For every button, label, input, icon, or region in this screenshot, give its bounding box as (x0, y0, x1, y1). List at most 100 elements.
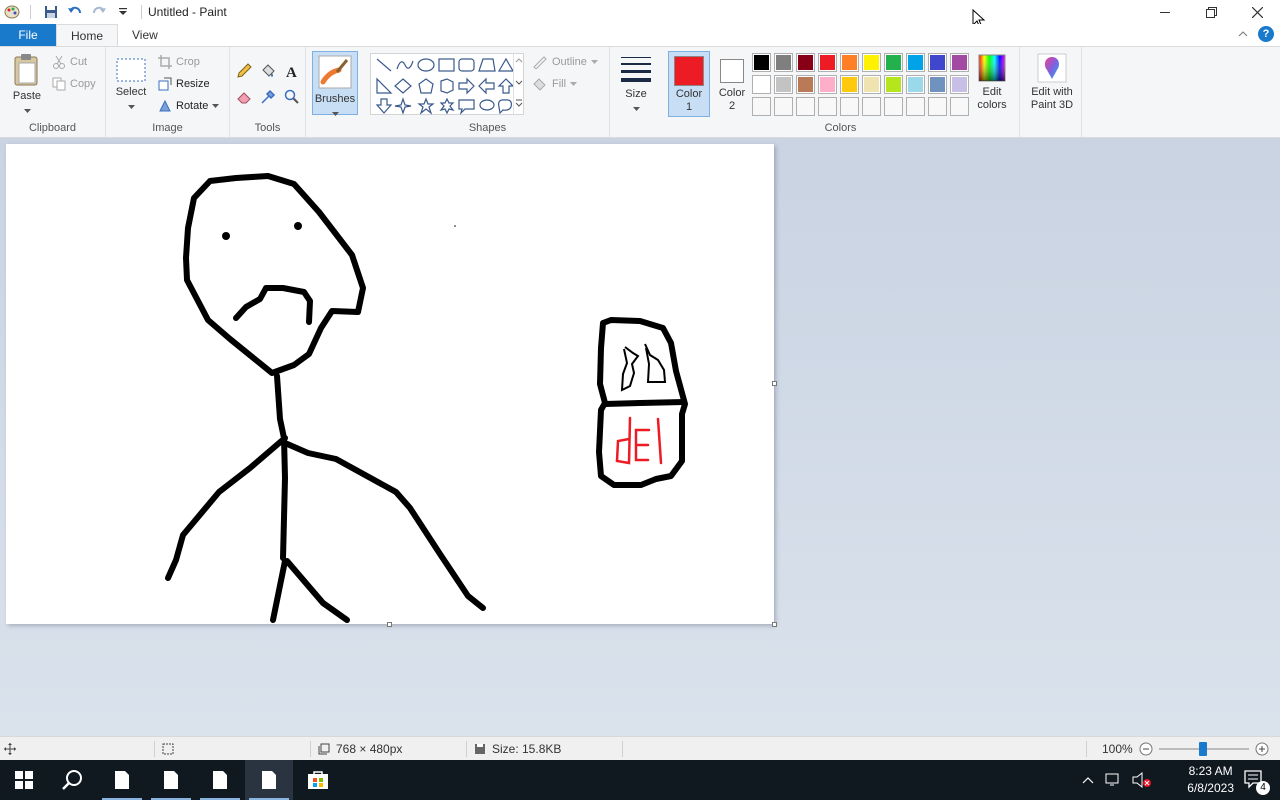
palette-swatch[interactable] (840, 53, 859, 72)
palette-swatch[interactable] (752, 97, 771, 116)
palette-swatch[interactable] (774, 75, 793, 94)
taskbar-paint[interactable] (245, 760, 293, 800)
zoom-slider[interactable] (1158, 742, 1249, 756)
palette-swatch[interactable] (818, 75, 837, 94)
zoom-slider-thumb[interactable] (1198, 742, 1207, 756)
paint-app-icon[interactable] (2, 2, 22, 22)
resize-handle-corner[interactable] (772, 622, 777, 627)
search-button[interactable] (48, 760, 96, 800)
size-label: Size (625, 88, 647, 100)
network-icon[interactable] (1104, 772, 1122, 788)
palette-swatch[interactable] (928, 53, 947, 72)
close-button[interactable] (1234, 0, 1280, 24)
crop-button[interactable]: Crop (158, 55, 200, 69)
fill-bucket-icon[interactable] (260, 63, 276, 79)
tab-file[interactable]: File (0, 24, 56, 46)
shapes-group-label: Shapes (468, 122, 507, 134)
show-hidden-icons-chevron-icon[interactable] (1082, 776, 1094, 784)
palette-swatch[interactable] (884, 53, 903, 72)
fill-button[interactable]: Fill (532, 77, 578, 91)
color2-button[interactable]: Color 2 (712, 51, 752, 117)
palette-swatch[interactable] (862, 75, 881, 94)
customize-toolbar-chevron-icon[interactable] (113, 2, 133, 22)
rotate-button[interactable]: Rotate (158, 99, 220, 113)
notification-center-button[interactable]: 4 (1244, 770, 1270, 795)
palette-swatch[interactable] (796, 53, 815, 72)
outline-button[interactable]: Outline (532, 55, 598, 69)
resize-label: Resize (176, 78, 210, 90)
taskbar-store[interactable] (294, 760, 342, 800)
edit-colors-button[interactable]: Edit colors (970, 53, 1014, 112)
tab-home[interactable]: Home (56, 24, 119, 47)
zoom-out-icon[interactable] (1139, 742, 1153, 756)
palette-swatch[interactable] (796, 75, 815, 94)
shapes-gallery-scrollbar[interactable] (513, 54, 523, 114)
zoom-in-icon[interactable] (1255, 742, 1269, 756)
palette-swatch[interactable] (862, 53, 881, 72)
palette-swatch[interactable] (906, 97, 925, 116)
taskbar-file-2[interactable] (147, 760, 195, 800)
status-bar: 768 × 480px Size: 15.8KB 100% (0, 736, 1280, 760)
text-tool-icon[interactable]: A (284, 63, 300, 79)
copy-button[interactable]: Copy (52, 77, 96, 91)
palette-swatch[interactable] (906, 75, 925, 94)
minimize-button[interactable] (1142, 0, 1188, 24)
resize-handle-bottom[interactable] (387, 622, 392, 627)
pencil-icon[interactable] (236, 63, 252, 79)
toolbar-divider (30, 5, 31, 19)
taskbar-file-1[interactable] (98, 760, 146, 800)
palette-swatch[interactable] (818, 97, 837, 116)
palette-swatch[interactable] (928, 97, 947, 116)
palette-swatch[interactable] (752, 75, 771, 94)
drawing-canvas[interactable]: del (6, 144, 777, 627)
size-button[interactable]: Size (616, 53, 656, 114)
palette-swatch[interactable] (950, 75, 969, 94)
palette-swatch[interactable] (818, 53, 837, 72)
clock-date: 6/8/2023 (1187, 781, 1234, 795)
resize-button[interactable]: Resize (158, 77, 210, 91)
magnifier-icon[interactable] (284, 89, 300, 105)
palette-swatch[interactable] (840, 97, 859, 116)
select-button[interactable]: Select (112, 57, 150, 112)
palette-swatch[interactable] (884, 97, 903, 116)
ribbon-tabs: File Home View ? (0, 24, 1280, 47)
zoom-level: 100% (1102, 742, 1133, 756)
size-group: Size (610, 47, 662, 137)
volume-muted-icon[interactable] (1132, 772, 1152, 788)
shapes-gallery-icons[interactable] (373, 55, 513, 115)
undo-icon[interactable] (65, 2, 85, 22)
palette-swatch[interactable] (774, 97, 793, 116)
color1-button[interactable]: Color 1 (668, 51, 710, 117)
redo-icon[interactable] (89, 2, 109, 22)
cut-button[interactable]: Cut (52, 55, 87, 69)
palette-swatch[interactable] (906, 53, 925, 72)
palette-swatch[interactable] (796, 97, 815, 116)
collapse-ribbon-chevron-icon[interactable] (1238, 30, 1248, 38)
tab-view[interactable]: View (118, 24, 172, 46)
taskbar-file-3[interactable] (196, 760, 244, 800)
palette-swatch[interactable] (884, 75, 903, 94)
help-icon[interactable]: ? (1258, 26, 1274, 42)
brushes-button[interactable]: Brushes (312, 51, 358, 116)
restore-button[interactable] (1188, 0, 1234, 24)
shapes-gallery (370, 53, 524, 115)
palette-swatch[interactable] (774, 53, 793, 72)
save-icon[interactable] (41, 2, 61, 22)
resize-handle-right[interactable] (772, 381, 777, 386)
paste-button[interactable]: Paste (8, 53, 46, 116)
palette-swatch[interactable] (950, 53, 969, 72)
palette-swatch[interactable] (862, 97, 881, 116)
palette-swatch[interactable] (840, 75, 859, 94)
taskbar-clock[interactable]: 8:23 AM 6/8/2023 (1187, 763, 1234, 797)
edit-with-paint3d-button[interactable]: Edit with Paint 3D (1024, 53, 1080, 112)
window-controls (1142, 0, 1280, 24)
eraser-icon[interactable] (236, 89, 252, 105)
palette-swatch[interactable] (752, 53, 771, 72)
palette-swatch[interactable] (928, 75, 947, 94)
tools-group: A Tools (230, 47, 306, 137)
color-picker-icon[interactable] (260, 89, 276, 105)
selection-size-icon (162, 743, 174, 755)
palette-swatch[interactable] (950, 97, 969, 116)
start-button[interactable] (0, 760, 48, 800)
clipboard-group-label: Clipboard (28, 122, 77, 134)
